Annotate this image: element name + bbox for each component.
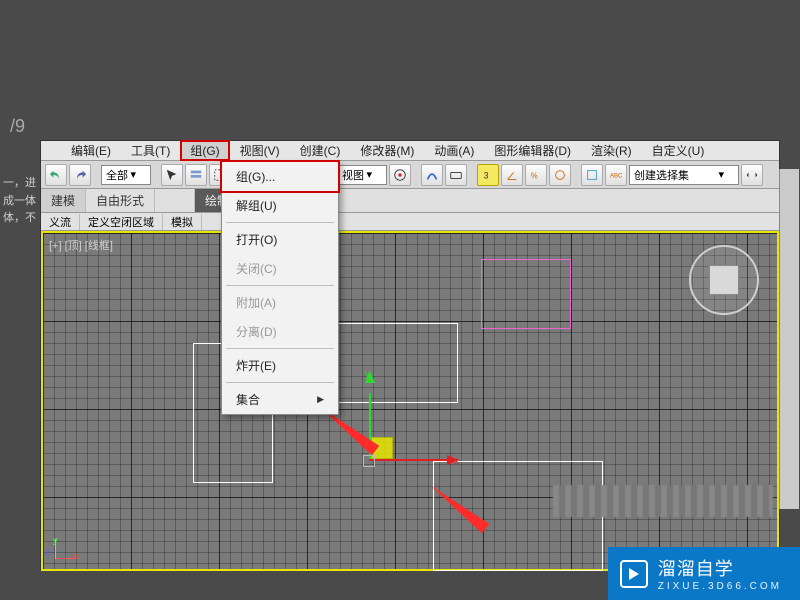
menu-create[interactable]: 创建(C)	[290, 140, 351, 161]
viewcube[interactable]	[689, 245, 759, 315]
menu-views[interactable]: 视图(V)	[230, 140, 290, 161]
menu-item-close: 关闭(C)	[222, 254, 338, 283]
censored-region	[553, 485, 773, 517]
menu-group[interactable]: 组(G)	[180, 140, 229, 161]
group-menu-dropdown: 组(G)... 解组(U) 打开(O) 关闭(C) 附加(A) 分离(D) 炸开…	[221, 161, 339, 415]
menu-item-ungroup[interactable]: 解组(U)	[222, 191, 338, 220]
viewport-label[interactable]: [+] [顶] [线框]	[49, 237, 113, 253]
pivot-icon[interactable]	[389, 164, 411, 186]
ribbon: 建模 自由形式 绘制 填充 ▾	[41, 189, 779, 213]
ribbon-panel-sim[interactable]: 模拟	[163, 214, 202, 230]
menu-item-detach: 分离(D)	[222, 317, 338, 346]
viewport[interactable]: [+] [顶] [线框] y x y x z	[41, 231, 779, 571]
named-sets-icon[interactable]	[581, 164, 603, 186]
command-panel[interactable]	[779, 169, 799, 509]
keyboard-shortcut-icon[interactable]	[445, 164, 467, 186]
snap-toggle-icon[interactable]: 3	[477, 164, 499, 186]
named-selection-set-select[interactable]: 创建选择集▾	[629, 165, 739, 185]
mirror-icon[interactable]	[741, 164, 763, 186]
submenu-indicator-icon: ▶	[317, 394, 324, 405]
page-number: /9	[10, 116, 25, 137]
menu-item-group[interactable]: 组(G)...	[222, 162, 338, 191]
main-toolbar: 全部▾ 视图▾ 3 % ABC 创建选择集▾	[41, 161, 779, 189]
play-icon	[620, 560, 648, 588]
menu-item-open[interactable]: 打开(O)	[222, 225, 338, 254]
cropped-text: 一，进 成一体 体，不	[3, 175, 39, 228]
spinner-snap-icon[interactable]	[549, 164, 571, 186]
watermark: 溜溜自学 ZIXUE.3D66.COM	[608, 547, 800, 600]
menu-customize[interactable]: 自定义(U)	[642, 140, 715, 161]
menu-modifiers[interactable]: 修改器(M)	[350, 140, 424, 161]
ref-coord-select[interactable]: 视图▾	[337, 165, 387, 185]
menu-tools[interactable]: 工具(T)	[121, 140, 180, 161]
transform-gizmo[interactable]: y x	[369, 381, 449, 461]
selection-filter-select[interactable]: 全部▾	[101, 165, 151, 185]
menu-edit[interactable]: 编辑(E)	[61, 140, 121, 161]
menu-item-explode[interactable]: 炸开(E)	[222, 351, 338, 380]
menu-animation[interactable]: 动画(A)	[424, 140, 484, 161]
undo-icon[interactable]	[45, 164, 67, 186]
menu-rendering[interactable]: 渲染(R)	[581, 140, 642, 161]
object-rect-3[interactable]	[481, 259, 571, 329]
ribbon-panel-define[interactable]: 定义空闭区域	[80, 214, 163, 230]
abc-icon[interactable]: ABC	[605, 164, 627, 186]
svg-text:3: 3	[484, 170, 489, 180]
svg-text:%: %	[531, 171, 538, 180]
svg-text:ABC: ABC	[610, 172, 623, 179]
menubar: 编辑(E) 工具(T) 组(G) 视图(V) 创建(C) 修改器(M) 动画(A…	[41, 141, 779, 161]
menu-item-attach: 附加(A)	[222, 288, 338, 317]
angle-snap-icon[interactable]	[501, 164, 523, 186]
world-axis-icon: y x z	[55, 535, 79, 559]
ribbon-tab-modeling[interactable]: 建模	[41, 189, 86, 212]
menu-item-assembly[interactable]: 集合▶	[222, 385, 338, 414]
percent-snap-icon[interactable]: %	[525, 164, 547, 186]
menu-grapheditors[interactable]: 图形编辑器(D)	[484, 140, 581, 161]
select-name-icon[interactable]	[185, 164, 207, 186]
manipulate-icon[interactable]	[421, 164, 443, 186]
redo-icon[interactable]	[69, 164, 91, 186]
ribbon-tab-freeform[interactable]: 自由形式	[86, 189, 155, 212]
select-icon[interactable]	[161, 164, 183, 186]
ribbon-panel-flow[interactable]: 义流	[41, 214, 80, 230]
app-window: 一，进 成一体 体，不 编辑(E) 工具(T) 组(G) 视图(V) 创建(C)…	[40, 140, 780, 570]
